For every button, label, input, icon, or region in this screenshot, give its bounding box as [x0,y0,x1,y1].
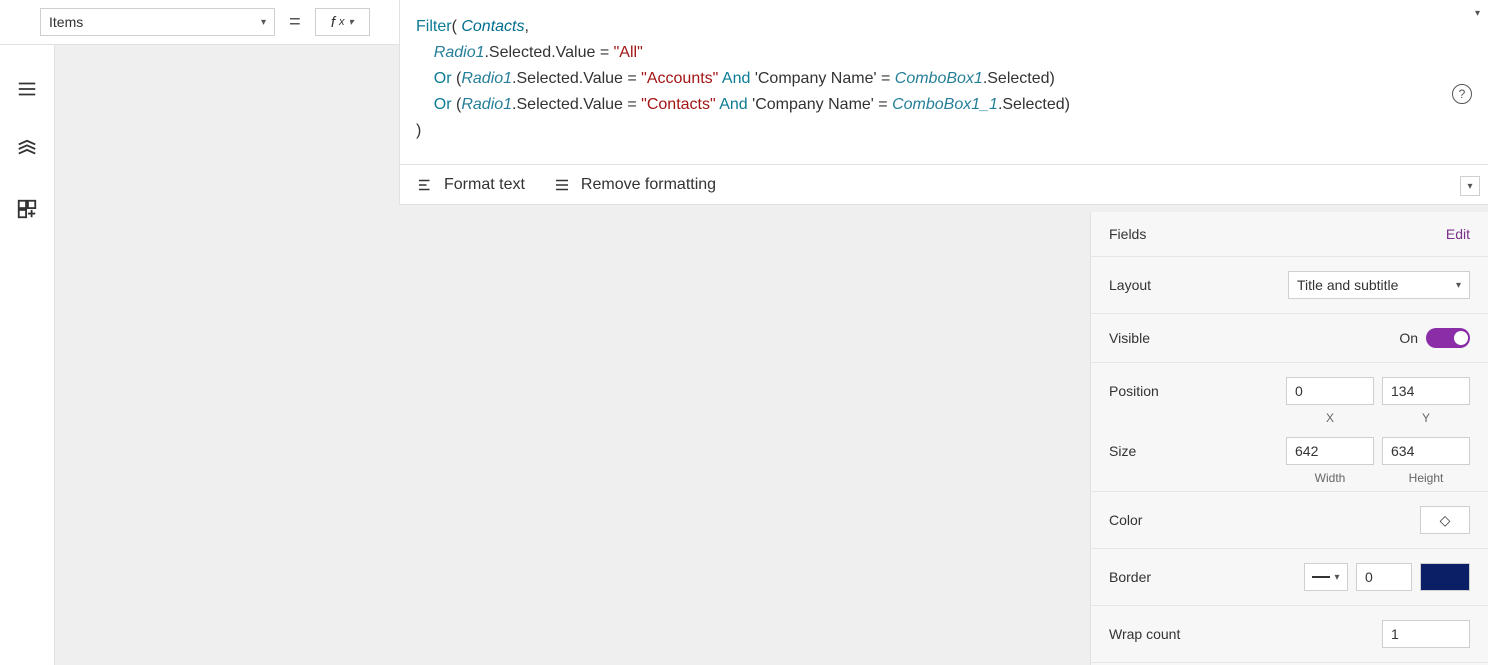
properties-panel: Fields Edit Layout Title and subtitle ▾ … [1090,212,1488,665]
border-color-swatch[interactable] [1420,563,1470,591]
prop-layout-label: Layout [1109,277,1288,293]
sublabel-y: Y [1382,411,1470,425]
remove-formatting-button[interactable]: Remove formatting [553,176,716,194]
remove-formatting-label: Remove formatting [581,176,716,194]
help-icon[interactable]: ? [1452,84,1472,104]
sublabel-height: Height [1382,471,1470,485]
hamburger-icon[interactable] [16,78,38,100]
layout-dropdown-value: Title and subtitle [1297,277,1398,293]
equals-sign: = [289,11,301,34]
wrap-count-input[interactable]: 1 [1382,620,1470,648]
prop-fields-label: Fields [1109,226,1446,242]
visible-on-label: On [1399,330,1418,346]
fx-button[interactable]: fx ▾ [315,8,370,36]
prop-wrap-label: Wrap count [1109,626,1382,642]
chevron-down-icon: ▾ [1334,572,1339,583]
chevron-down-icon: ▾ [261,17,266,28]
format-text-label: Format text [444,176,525,194]
property-dropdown[interactable]: Items ▾ [40,8,275,36]
position-y-input[interactable]: 134 [1382,377,1470,405]
formula-editor[interactable]: Filter( Contacts, Radio1.Selected.Value … [400,10,1488,164]
sublabel-width: Width [1286,471,1374,485]
size-width-input[interactable]: 642 [1286,437,1374,465]
prop-size-label: Size [1109,443,1286,459]
prop-visible-label: Visible [1109,330,1399,346]
chevron-down-icon[interactable]: ▾ [1475,8,1480,19]
format-text-icon [416,176,434,194]
tree-view-icon[interactable] [16,138,38,160]
fields-edit-link[interactable]: Edit [1446,226,1470,242]
insert-icon[interactable] [16,198,38,220]
size-height-input[interactable]: 634 [1382,437,1470,465]
prop-border-label: Border [1109,569,1304,585]
chevron-down-icon[interactable]: ▾ [1460,176,1480,196]
formula-format-bar: Format text Remove formatting ▾ [400,164,1488,204]
property-dropdown-value: Items [49,14,83,30]
border-style-dropdown[interactable]: ▾ [1304,563,1348,591]
prop-color-label: Color [1109,512,1420,528]
chevron-down-icon: ▾ [349,17,354,28]
layout-dropdown[interactable]: Title and subtitle ▾ [1288,271,1470,299]
format-text-button[interactable]: Format text [416,176,525,194]
visible-toggle[interactable] [1426,328,1470,348]
remove-formatting-icon [553,176,571,194]
color-swatch[interactable]: ◇ [1420,506,1470,534]
left-rail [0,45,55,665]
chevron-down-icon: ▾ [1456,280,1461,291]
position-x-input[interactable]: 0 [1286,377,1374,405]
sublabel-x: X [1286,411,1374,425]
border-width-input[interactable]: 0 [1356,563,1412,591]
prop-position-label: Position [1109,383,1286,399]
paint-icon: ◇ [1440,512,1451,529]
formula-bar-expanded: ▾ ? Filter( Contacts, Radio1.Selected.Va… [399,0,1488,205]
